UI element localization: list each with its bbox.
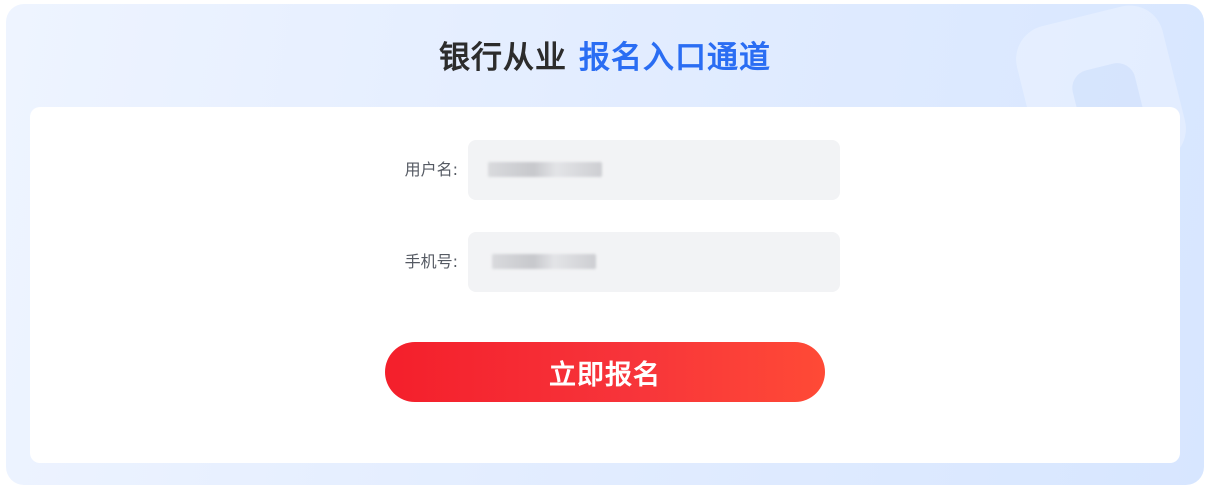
title-highlight: 报名入口通道 (579, 40, 771, 76)
username-redacted-value (488, 162, 602, 177)
username-row: 用户名: (30, 140, 1180, 200)
username-label: 用户名: (404, 160, 458, 179)
register-now-button[interactable]: 立即报名 (385, 342, 825, 402)
phone-row: 手机号: (30, 232, 1180, 292)
form-card: 用户名: 手机号: 立即报名 (30, 107, 1180, 463)
page-title: 银行从业 报名入口通道 (6, 36, 1204, 80)
registration-panel: 银行从业 报名入口通道 用户名: 手机号: 立即报名 (6, 4, 1204, 485)
phone-label: 手机号: (404, 252, 458, 271)
title-prefix: 银行从业 (439, 40, 567, 76)
phone-redacted-value (492, 254, 596, 269)
